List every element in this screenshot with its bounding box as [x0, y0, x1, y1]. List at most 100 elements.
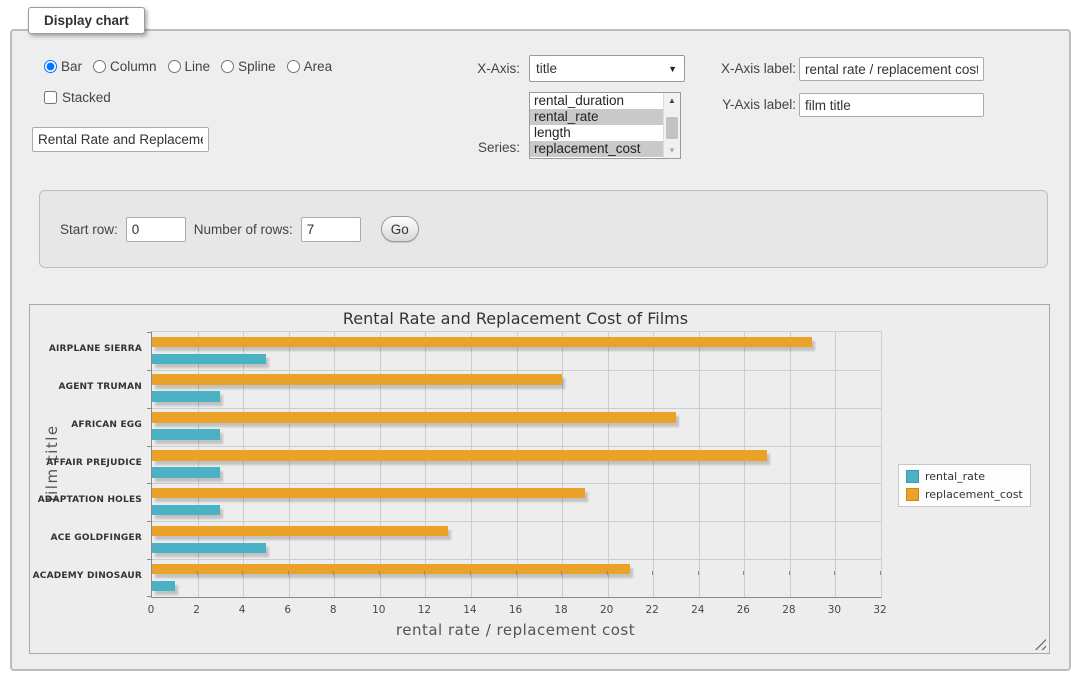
chart-type-radio[interactable] [221, 60, 234, 73]
x-tick-label: 10 [364, 604, 394, 616]
gridline [425, 332, 426, 597]
select-arrow-icon: ▼ [668, 64, 677, 74]
x-tick-mark [151, 571, 152, 575]
bar-replacement_cost [152, 488, 585, 499]
x-tick-label: 4 [227, 604, 257, 616]
x-tick-mark [561, 571, 562, 575]
series-option[interactable]: rental_rate [530, 109, 663, 125]
chart-type-radio[interactable] [93, 60, 106, 73]
category-label: AIRPLANE SIERRA [30, 344, 142, 354]
y-tick-mark [147, 483, 152, 484]
bar-replacement_cost [152, 337, 812, 348]
x-tick-mark [834, 571, 835, 575]
scroll-down-icon[interactable]: ▼ [664, 143, 680, 158]
num-rows-label: Number of rows: [194, 222, 293, 237]
start-row-label: Start row: [60, 222, 118, 237]
page: Display chart Bar Column Line Spline Area St… [0, 0, 1081, 681]
gridline [471, 332, 472, 597]
bar-rental_rate [152, 581, 175, 592]
x-tick-label: 30 [819, 604, 849, 616]
chart-type-radio[interactable] [287, 60, 300, 73]
chart-title-input[interactable] [32, 127, 209, 152]
scroll-up-icon[interactable]: ▲ [664, 93, 680, 108]
legend-label: replacement_cost [925, 488, 1023, 501]
resize-grip-icon[interactable] [1034, 638, 1046, 650]
bar-rental_rate [152, 543, 266, 554]
x-tick-label: 28 [774, 604, 804, 616]
x-tick-mark [424, 571, 425, 575]
series-listbox[interactable]: rental_durationrental_ratelengthreplacem… [529, 92, 681, 159]
chart-type-option-line[interactable]: Line [168, 59, 211, 74]
bar-replacement_cost [152, 564, 630, 575]
x-tick-label: 14 [455, 604, 485, 616]
x-tick-mark [379, 571, 380, 575]
x-tick-mark [743, 571, 744, 575]
y-tick-mark [147, 521, 152, 522]
category-label: ADAPTATION HOLES [30, 495, 142, 505]
x-tick-mark [333, 571, 334, 575]
row-range-panel: Start row: Number of rows: Go [39, 190, 1048, 268]
chart-type-radio-label: Column [110, 59, 157, 74]
stacked-checkbox[interactable] [44, 91, 57, 104]
chart-type-option-area[interactable]: Area [287, 59, 333, 74]
y-axis-label-input[interactable] [799, 93, 984, 117]
x-tick-mark [652, 571, 653, 575]
series-options: rental_durationrental_ratelengthreplacem… [530, 93, 663, 158]
category-label: ACE GOLDFINGER [30, 533, 142, 543]
gridline [608, 332, 609, 597]
y-tick-mark [147, 446, 152, 447]
chart-type-radio-label: Area [304, 59, 333, 74]
chart-legend: rental_rate replacement_cost [898, 464, 1031, 507]
x-tick-label: 8 [318, 604, 348, 616]
stacked-label: Stacked [62, 90, 111, 105]
legend-label: rental_rate [925, 470, 985, 483]
gridline [152, 483, 881, 484]
series-option[interactable]: length [530, 125, 663, 141]
x-tick-label: 0 [136, 604, 166, 616]
stacked-checkbox-row[interactable]: Stacked [44, 90, 111, 105]
legend-swatch [906, 470, 919, 483]
series-option[interactable]: rental_duration [530, 93, 663, 109]
gridline [517, 332, 518, 597]
gridline [152, 370, 881, 371]
chart-title: Rental Rate and Replacement Cost of Film… [151, 309, 880, 328]
gridline [790, 332, 791, 597]
chart-type-option-column[interactable]: Column [93, 59, 157, 74]
x-tick-label: 24 [683, 604, 713, 616]
go-button[interactable]: Go [381, 216, 419, 242]
x-tick-mark [197, 571, 198, 575]
x-axis-label-field-label: X-Axis label: [712, 61, 796, 76]
gridline [152, 408, 881, 409]
gridline [744, 332, 745, 597]
category-label: ACADEMY DINOSAUR [30, 571, 142, 581]
scroll-thumb[interactable] [666, 117, 678, 139]
chart-container: Rental Rate and Replacement Cost of Film… [29, 304, 1050, 654]
chart-type-option-bar[interactable]: Bar [44, 59, 82, 74]
x-axis-select[interactable]: title ▼ [529, 55, 685, 82]
gridline [380, 332, 381, 597]
chart-type-option-spline[interactable]: Spline [221, 59, 276, 74]
category-label: AGENT TRUMAN [30, 382, 142, 392]
x-axis-label-input[interactable] [799, 57, 984, 81]
bar-replacement_cost [152, 374, 562, 385]
gridline [562, 332, 563, 597]
series-scrollbar[interactable]: ▲ ▼ [663, 93, 680, 158]
gridline [152, 559, 881, 560]
x-tick-label: 12 [409, 604, 439, 616]
x-tick-mark [288, 571, 289, 575]
plot-area [151, 331, 882, 598]
bar-rental_rate [152, 354, 266, 365]
gridline [152, 446, 881, 447]
chart-type-radio-label: Line [185, 59, 211, 74]
category-label: AFRICAN EGG [30, 420, 142, 430]
chart-type-radio[interactable] [44, 60, 57, 73]
x-tick-mark [516, 571, 517, 575]
start-row-input[interactable] [126, 217, 186, 242]
num-rows-input[interactable] [301, 217, 361, 242]
x-tick-label: 18 [546, 604, 576, 616]
chart-type-radio[interactable] [168, 60, 181, 73]
series-option[interactable]: replacement_cost [530, 141, 663, 157]
legend-item: rental_rate [906, 470, 1023, 483]
legend-item: replacement_cost [906, 488, 1023, 501]
panel-title: Display chart [28, 7, 145, 34]
